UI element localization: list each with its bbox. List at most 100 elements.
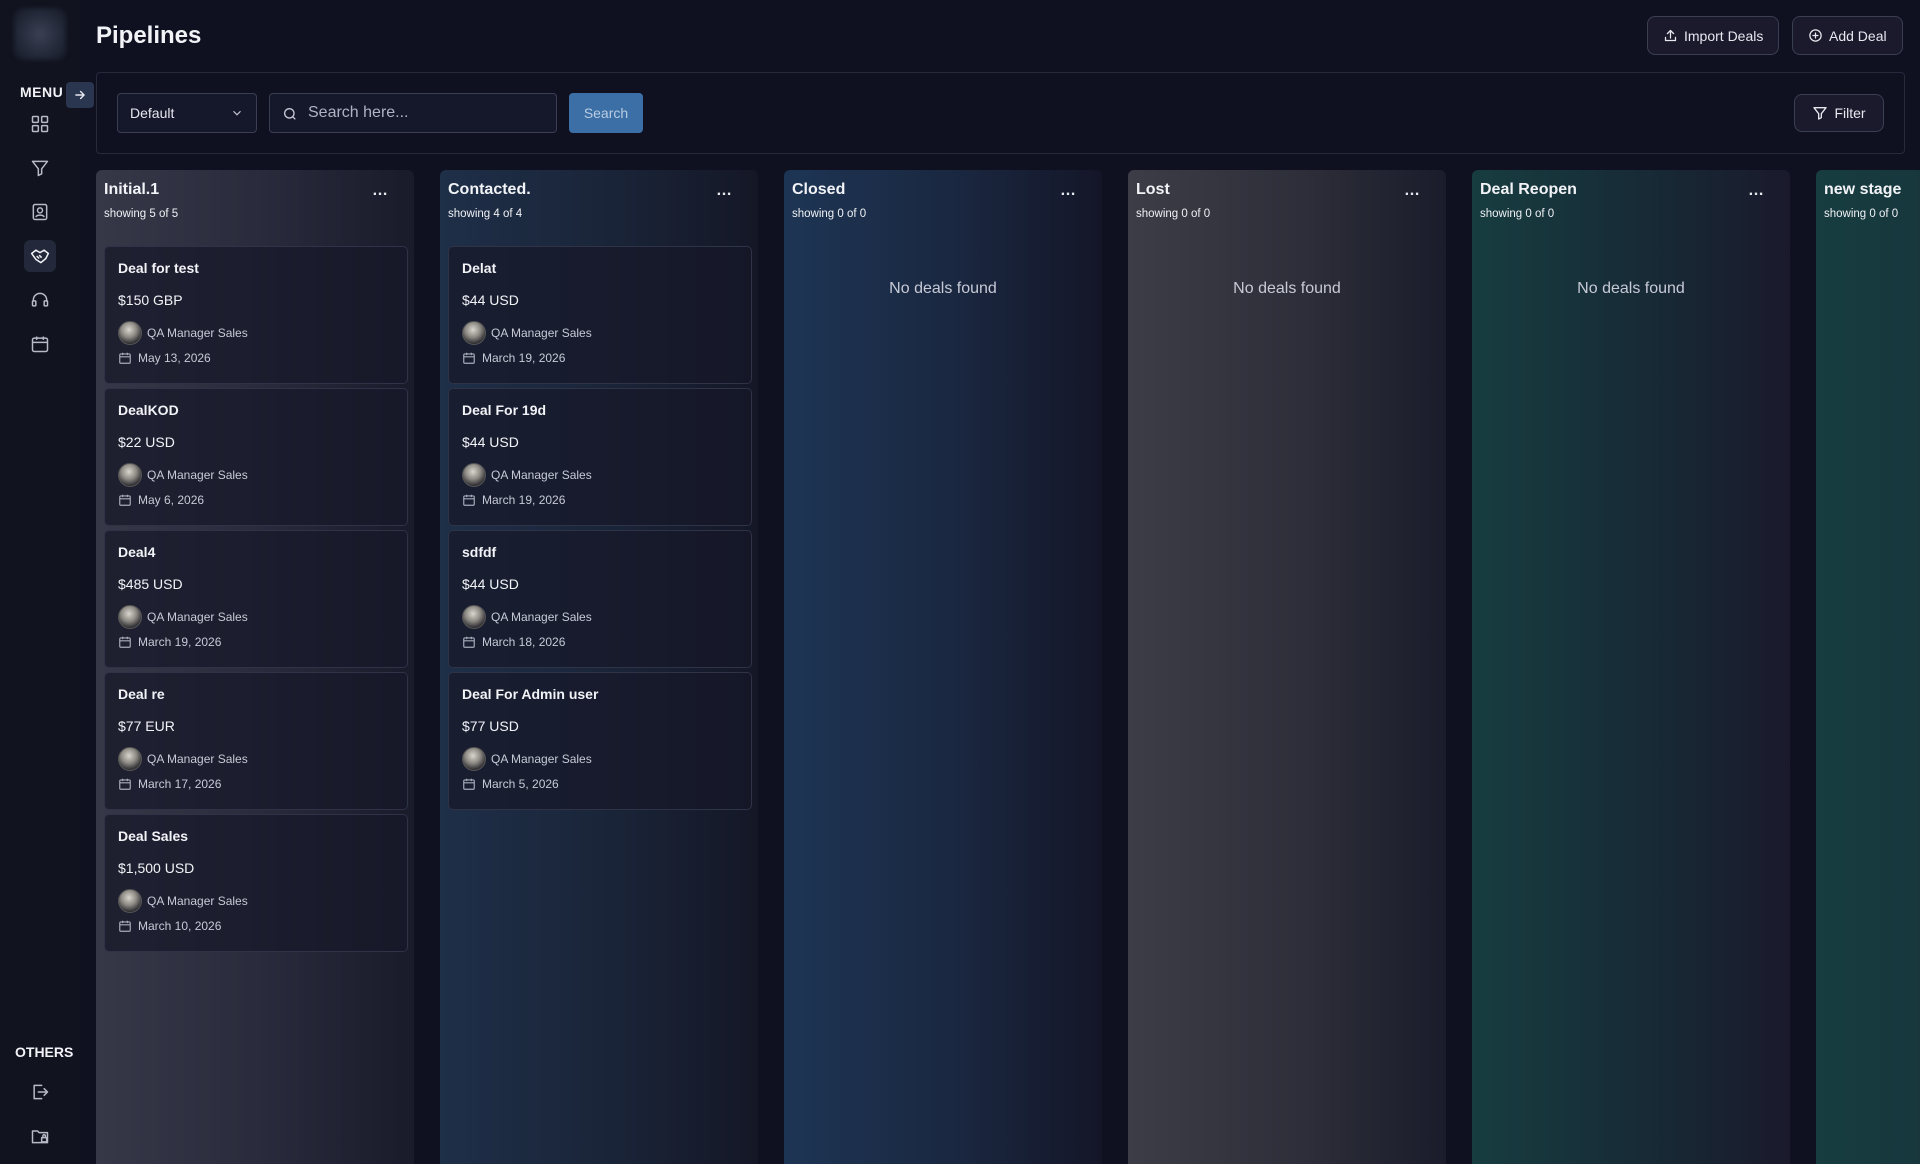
import-deals-label: Import Deals bbox=[1684, 27, 1764, 44]
deal-title: Deal for test bbox=[118, 260, 199, 276]
deal-card[interactable]: Deal For Admin user $77 USD QA Manager Sal… bbox=[448, 672, 752, 810]
stage-title: Lost bbox=[1136, 181, 1170, 198]
calendar-icon bbox=[463, 494, 475, 506]
filter-label: Filter bbox=[1834, 105, 1866, 121]
avatar bbox=[462, 463, 486, 487]
menu-label: MENU bbox=[20, 84, 64, 100]
stage-column: Initial.1 showing 5 of 5 … Deal for test $15… bbox=[96, 170, 414, 1164]
calendar-icon bbox=[119, 494, 131, 506]
filter-button[interactable]: Filter bbox=[1794, 94, 1884, 132]
deal-date: March 5, 2026 bbox=[462, 777, 559, 791]
stage-column: new stage showing 0 of 0 bbox=[1816, 170, 1920, 1164]
deal-date-text: March 19, 2026 bbox=[138, 635, 222, 649]
expand-sidebar-button[interactable] bbox=[66, 82, 94, 108]
stage-title: Contacted. bbox=[448, 181, 531, 198]
deal-title: Deal Sales bbox=[118, 828, 189, 844]
nav-dashboard[interactable] bbox=[24, 108, 56, 140]
deal-amount: $77 USD bbox=[462, 718, 519, 734]
deal-title: Delat bbox=[462, 260, 497, 276]
deal-date: March 10, 2026 bbox=[118, 919, 221, 933]
pipeline-select[interactable]: Default bbox=[117, 93, 257, 133]
folder-lock-icon bbox=[31, 1130, 49, 1144]
deal-title: Deal re bbox=[118, 686, 165, 702]
calendar-icon bbox=[119, 352, 131, 364]
calendar-icon bbox=[31, 336, 49, 353]
owner-name: QA Manager Sales bbox=[147, 752, 248, 766]
nav-calendar[interactable] bbox=[24, 328, 56, 360]
deal-card[interactable]: DealKOD $22 USD QA Manager Sales May 6, 202… bbox=[104, 388, 408, 526]
search-field[interactable] bbox=[269, 93, 557, 133]
deal-owner: QA Manager Sales bbox=[462, 747, 592, 771]
others-label: OTHERS bbox=[15, 1044, 74, 1060]
deal-date-text: March 19, 2026 bbox=[482, 493, 566, 507]
search-button[interactable]: Search bbox=[569, 93, 643, 133]
deal-owner: QA Manager Sales bbox=[462, 321, 592, 345]
nav-deals[interactable] bbox=[24, 240, 56, 272]
deal-date: March 18, 2026 bbox=[462, 635, 565, 649]
plus-circle-icon bbox=[1809, 29, 1822, 42]
add-deal-label: Add Deal bbox=[1829, 27, 1887, 44]
app-logo[interactable] bbox=[14, 8, 66, 60]
stage-menu-button[interactable]: … bbox=[1748, 182, 1765, 200]
nav-files[interactable] bbox=[24, 1120, 56, 1152]
stage-title: new stage bbox=[1824, 181, 1902, 198]
deal-card[interactable]: Deal4 $485 USD QA Manager Sales March 19, 2… bbox=[104, 530, 408, 668]
stage-title: Initial.1 bbox=[104, 181, 160, 198]
deal-amount: $1,500 USD bbox=[118, 860, 195, 876]
owner-name: QA Manager Sales bbox=[147, 468, 248, 482]
import-deals-button[interactable]: Import Deals bbox=[1647, 16, 1780, 55]
stage-count: showing 4 of 4 bbox=[448, 208, 523, 220]
deal-date-text: March 5, 2026 bbox=[482, 777, 559, 791]
stage-title: Deal Reopen bbox=[1480, 181, 1577, 198]
stage-menu-button[interactable]: … bbox=[1060, 182, 1077, 200]
deal-date: March 19, 2026 bbox=[462, 493, 565, 507]
avatar bbox=[118, 321, 142, 345]
owner-name: QA Manager Sales bbox=[491, 468, 592, 482]
nav-leads[interactable] bbox=[24, 152, 56, 184]
calendar-icon bbox=[119, 778, 131, 790]
dashboard-grid-icon bbox=[31, 115, 49, 133]
deal-card[interactable]: sdfdf $44 USD QA Manager Sales March 18, 20… bbox=[448, 530, 752, 668]
owner-name: QA Manager Sales bbox=[491, 326, 592, 340]
deal-card[interactable]: Deal for test $150 GBP QA Manager Sales May… bbox=[104, 246, 408, 384]
sidebar: MENU OTHERS bbox=[0, 0, 94, 1164]
nav-contacts[interactable] bbox=[24, 196, 56, 228]
deal-card[interactable]: Delat $44 USD QA Manager Sales March 19, 20… bbox=[448, 246, 752, 384]
stage-menu-button[interactable]: … bbox=[372, 182, 389, 200]
page-title: Pipelines bbox=[96, 22, 202, 49]
nav-support[interactable] bbox=[24, 284, 56, 316]
nav-logout[interactable] bbox=[24, 1076, 56, 1108]
stage-count: showing 0 of 0 bbox=[792, 208, 867, 220]
avatar bbox=[462, 321, 486, 345]
deal-owner: QA Manager Sales bbox=[118, 605, 248, 629]
deal-amount: $150 GBP bbox=[118, 292, 183, 308]
deal-amount: $44 USD bbox=[462, 434, 519, 450]
stage-menu-button[interactable]: … bbox=[1404, 182, 1421, 200]
calendar-icon bbox=[119, 636, 131, 648]
deal-card[interactable]: Deal Sales $1,500 USD QA Manager Sales Marc… bbox=[104, 814, 408, 952]
arrow-right-icon bbox=[75, 90, 85, 100]
owner-name: QA Manager Sales bbox=[147, 610, 248, 624]
deal-card[interactable]: Deal For 19d $44 USD QA Manager Sales March… bbox=[448, 388, 752, 526]
owner-name: QA Manager Sales bbox=[147, 894, 248, 908]
upload-icon bbox=[1664, 29, 1677, 42]
deal-card[interactable]: Deal re $77 EUR QA Manager Sales March 17, … bbox=[104, 672, 408, 810]
add-deal-button[interactable]: Add Deal bbox=[1792, 16, 1903, 55]
owner-name: QA Manager Sales bbox=[491, 752, 592, 766]
contacts-icon bbox=[32, 203, 48, 221]
deal-amount: $485 USD bbox=[118, 576, 183, 592]
deal-title: Deal For 19d bbox=[462, 402, 547, 418]
stage-menu-button[interactable]: … bbox=[716, 182, 733, 200]
stage-column: Deal Reopen showing 0 of 0 … No deals found bbox=[1472, 170, 1790, 1164]
deal-title: sdfdf bbox=[462, 544, 497, 560]
app-root: MENU OTHERS Pipelines Import Deals Add D… bbox=[0, 0, 1920, 1164]
deal-date-text: March 19, 2026 bbox=[482, 351, 566, 365]
deal-date: May 13, 2026 bbox=[118, 351, 211, 365]
deal-amount: $44 USD bbox=[462, 576, 519, 592]
deal-date: May 6, 2026 bbox=[118, 493, 204, 507]
deal-owner: QA Manager Sales bbox=[118, 321, 248, 345]
toolbar: Default Search Filter bbox=[96, 72, 1905, 154]
owner-name: QA Manager Sales bbox=[147, 326, 248, 340]
search-input[interactable] bbox=[308, 104, 538, 122]
avatar bbox=[118, 747, 142, 771]
